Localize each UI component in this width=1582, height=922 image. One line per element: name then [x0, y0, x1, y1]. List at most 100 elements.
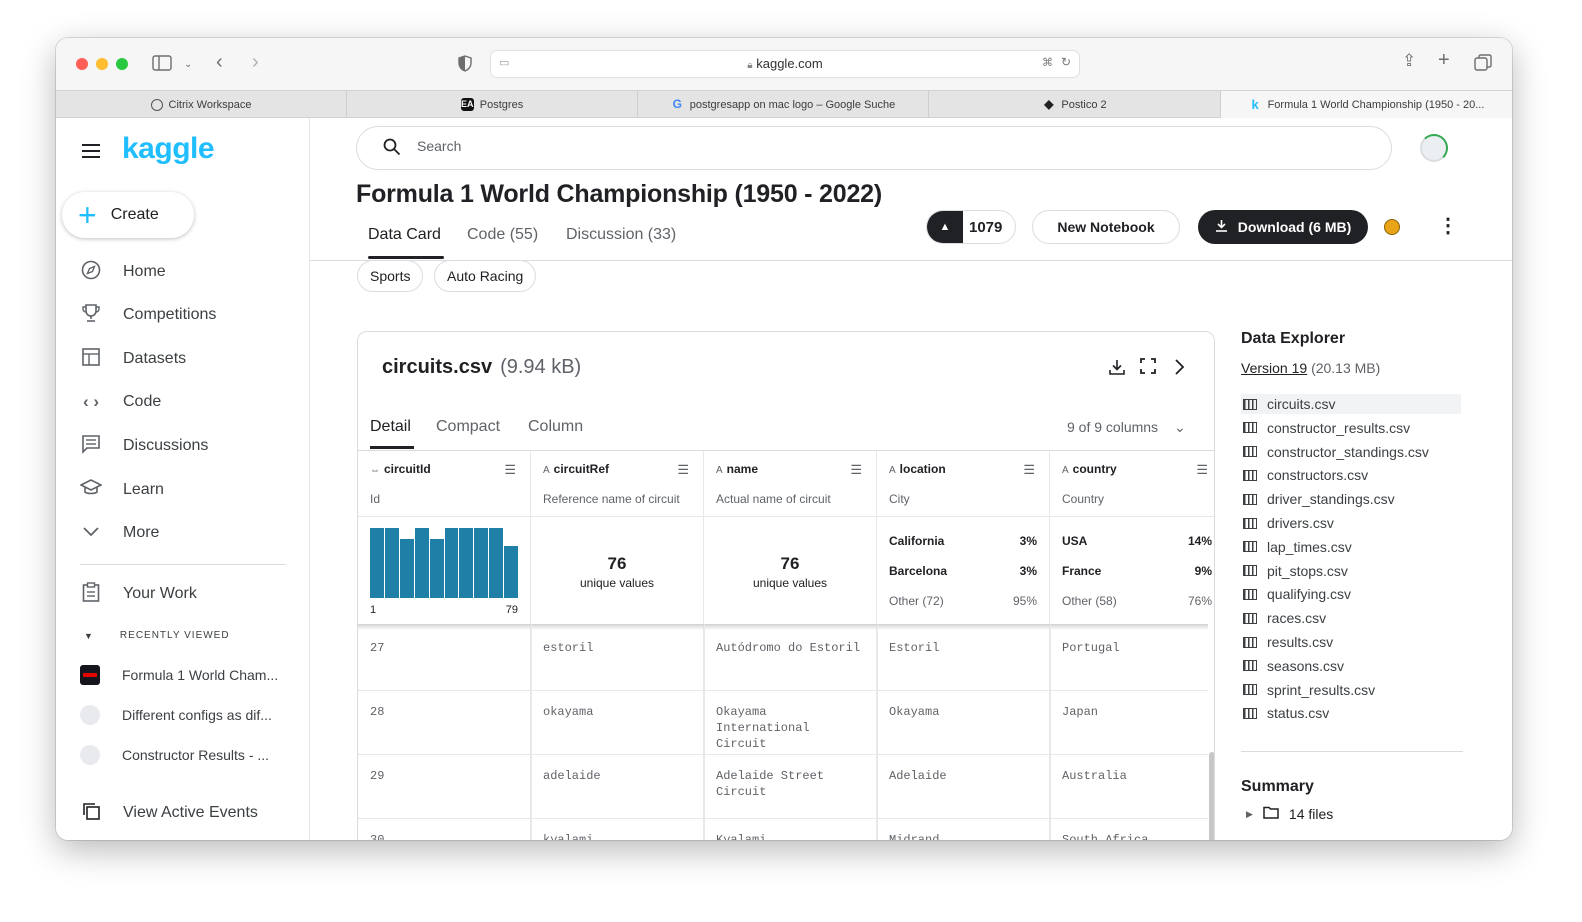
column-header[interactable]: ⇔ circuitId: [370, 462, 431, 476]
histogram-bar[interactable]: [414, 528, 429, 598]
view-tab-detail[interactable]: Detail: [370, 418, 411, 436]
browser-tab-postgres[interactable]: EA Postgres: [347, 91, 638, 118]
version-selector[interactable]: Version 19 (20.13 MB): [1241, 360, 1380, 376]
column-header[interactable]: AcircuitRef: [543, 462, 609, 476]
histogram-bar[interactable]: [489, 528, 504, 598]
chevron-down-icon[interactable]: ⌄: [184, 57, 192, 73]
more-options-icon[interactable]: ⋮: [1438, 216, 1458, 236]
upvote-arrow-icon[interactable]: ▲: [927, 211, 963, 243]
tab-code[interactable]: Code (55): [467, 226, 538, 244]
nav-learn[interactable]: Learn: [79, 478, 164, 502]
nav-competitions[interactable]: Competitions: [80, 303, 216, 327]
column-header[interactable]: Aname: [716, 462, 758, 476]
column-header[interactable]: Acountry: [1062, 462, 1117, 476]
file-item[interactable]: seasons.csv: [1241, 656, 1461, 676]
sidebar-toggle-icon[interactable]: [152, 55, 172, 75]
browser-tab-citrix[interactable]: Citrix Workspace: [56, 91, 347, 118]
nav-more[interactable]: More: [80, 521, 159, 545]
histogram-bar[interactable]: [474, 528, 489, 598]
view-tab-column[interactable]: Column: [528, 418, 583, 436]
summary-files[interactable]: ▶ 14 files: [1246, 806, 1333, 822]
tab-overview-icon[interactable]: [1474, 54, 1492, 76]
download-icon[interactable]: [1108, 358, 1126, 381]
shield-icon[interactable]: [458, 55, 472, 76]
browser-tab-kaggle[interactable]: k Formula 1 World Championship (1950 - 2…: [1221, 91, 1512, 118]
fullscreen-icon[interactable]: [1140, 358, 1156, 379]
medal-icon[interactable]: [1384, 219, 1400, 235]
translate-icon[interactable]: ⌘: [1042, 56, 1053, 69]
file-item[interactable]: pit_stops.csv: [1241, 561, 1461, 581]
nav-home[interactable]: Home: [80, 260, 166, 284]
nav-view-active-events[interactable]: View Active Events: [80, 801, 280, 825]
copy-icon: [80, 801, 102, 826]
vertical-scrollbar[interactable]: [1209, 752, 1214, 840]
nav-datasets[interactable]: Datasets: [80, 347, 186, 371]
columns-selector[interactable]: 9 of 9 columns ⌄: [1067, 419, 1186, 436]
zoom-window-button[interactable]: [116, 58, 128, 70]
search-box[interactable]: [356, 126, 1392, 170]
recently-viewed-heading[interactable]: ▼ RECENTLY VIEWED: [80, 630, 230, 641]
histogram-bar[interactable]: [384, 528, 399, 598]
browser-tab-postico[interactable]: ◆ Postico 2: [929, 91, 1221, 118]
recent-item[interactable]: Constructor Results - ...: [80, 744, 269, 766]
user-avatar[interactable]: [1420, 134, 1448, 162]
chevron-down-icon: [80, 523, 102, 543]
close-window-button[interactable]: [76, 58, 88, 70]
file-item[interactable]: circuits.csv: [1241, 394, 1461, 414]
recent-item[interactable]: Different configs as dif...: [80, 704, 272, 726]
forward-icon[interactable]: ›: [252, 52, 259, 72]
nav-discussions[interactable]: Discussions: [80, 434, 208, 458]
nav-your-work[interactable]: Your Work: [80, 581, 197, 606]
view-tab-compact[interactable]: Compact: [436, 418, 500, 436]
column-description: Id: [370, 492, 381, 506]
menu-icon[interactable]: [82, 144, 100, 162]
tab-discussion[interactable]: Discussion (33): [566, 226, 676, 244]
tab-data-card[interactable]: Data Card: [368, 226, 441, 244]
sort-icon[interactable]: ☰: [1023, 462, 1035, 478]
tag-auto-racing[interactable]: Auto Racing: [434, 260, 537, 292]
recent-item[interactable]: Formula 1 World Cham...: [80, 664, 278, 686]
chevron-right-icon[interactable]: [1174, 358, 1186, 381]
kaggle-logo[interactable]: kaggle: [122, 132, 215, 166]
file-item[interactable]: results.csv: [1241, 632, 1461, 652]
main-content: Formula 1 World Championship (1950 - 202…: [310, 118, 1512, 840]
file-item[interactable]: races.csv: [1241, 608, 1461, 628]
sort-icon[interactable]: ☰: [504, 462, 516, 478]
download-button[interactable]: Download (6 MB): [1198, 210, 1368, 244]
table-file-icon: [1243, 684, 1257, 696]
file-item[interactable]: constructors.csv: [1241, 465, 1461, 485]
sort-icon[interactable]: ☰: [677, 462, 689, 478]
sort-icon[interactable]: ☰: [850, 462, 862, 478]
file-item[interactable]: qualifying.csv: [1241, 584, 1461, 604]
file-item[interactable]: status.csv: [1241, 703, 1461, 723]
sort-icon[interactable]: ☰: [1196, 462, 1208, 478]
file-item[interactable]: constructor_standings.csv: [1241, 442, 1461, 462]
search-input[interactable]: [415, 137, 1319, 155]
reload-icon[interactable]: ↻: [1061, 55, 1071, 69]
histogram-bar[interactable]: [444, 528, 459, 598]
column-header[interactable]: Alocation: [889, 462, 946, 476]
new-notebook-button[interactable]: New Notebook: [1032, 210, 1180, 244]
histogram[interactable]: [370, 528, 519, 598]
create-button[interactable]: + Create: [62, 192, 194, 238]
file-item[interactable]: sprint_results.csv: [1241, 680, 1461, 700]
upvote-control[interactable]: ▲ 1079: [926, 210, 1016, 244]
file-item[interactable]: constructor_results.csv: [1241, 418, 1461, 438]
address-bar[interactable]: ▭ 🔒︎ kaggle.com ⌘ ↻: [490, 50, 1080, 78]
histogram-bar[interactable]: [370, 528, 384, 598]
histogram-bar[interactable]: [429, 539, 444, 598]
file-item[interactable]: drivers.csv: [1241, 513, 1461, 533]
tag-sports[interactable]: Sports: [357, 260, 424, 292]
histogram-bar[interactable]: [504, 546, 519, 598]
nav-code[interactable]: ‹ › Code: [80, 390, 161, 414]
back-icon[interactable]: ‹: [216, 52, 223, 72]
share-icon[interactable]: ⇪: [1402, 52, 1416, 69]
new-tab-icon[interactable]: +: [1438, 50, 1450, 70]
file-item[interactable]: lap_times.csv: [1241, 537, 1461, 557]
browser-tab-google[interactable]: G postgresapp on mac logo – Google Suche: [638, 91, 929, 118]
histogram-bar[interactable]: [459, 528, 474, 598]
histogram-bar[interactable]: [399, 539, 414, 598]
table-cell: Okayama International Circuit: [716, 705, 810, 751]
minimize-window-button[interactable]: [96, 58, 108, 70]
file-item[interactable]: driver_standings.csv: [1241, 489, 1461, 509]
